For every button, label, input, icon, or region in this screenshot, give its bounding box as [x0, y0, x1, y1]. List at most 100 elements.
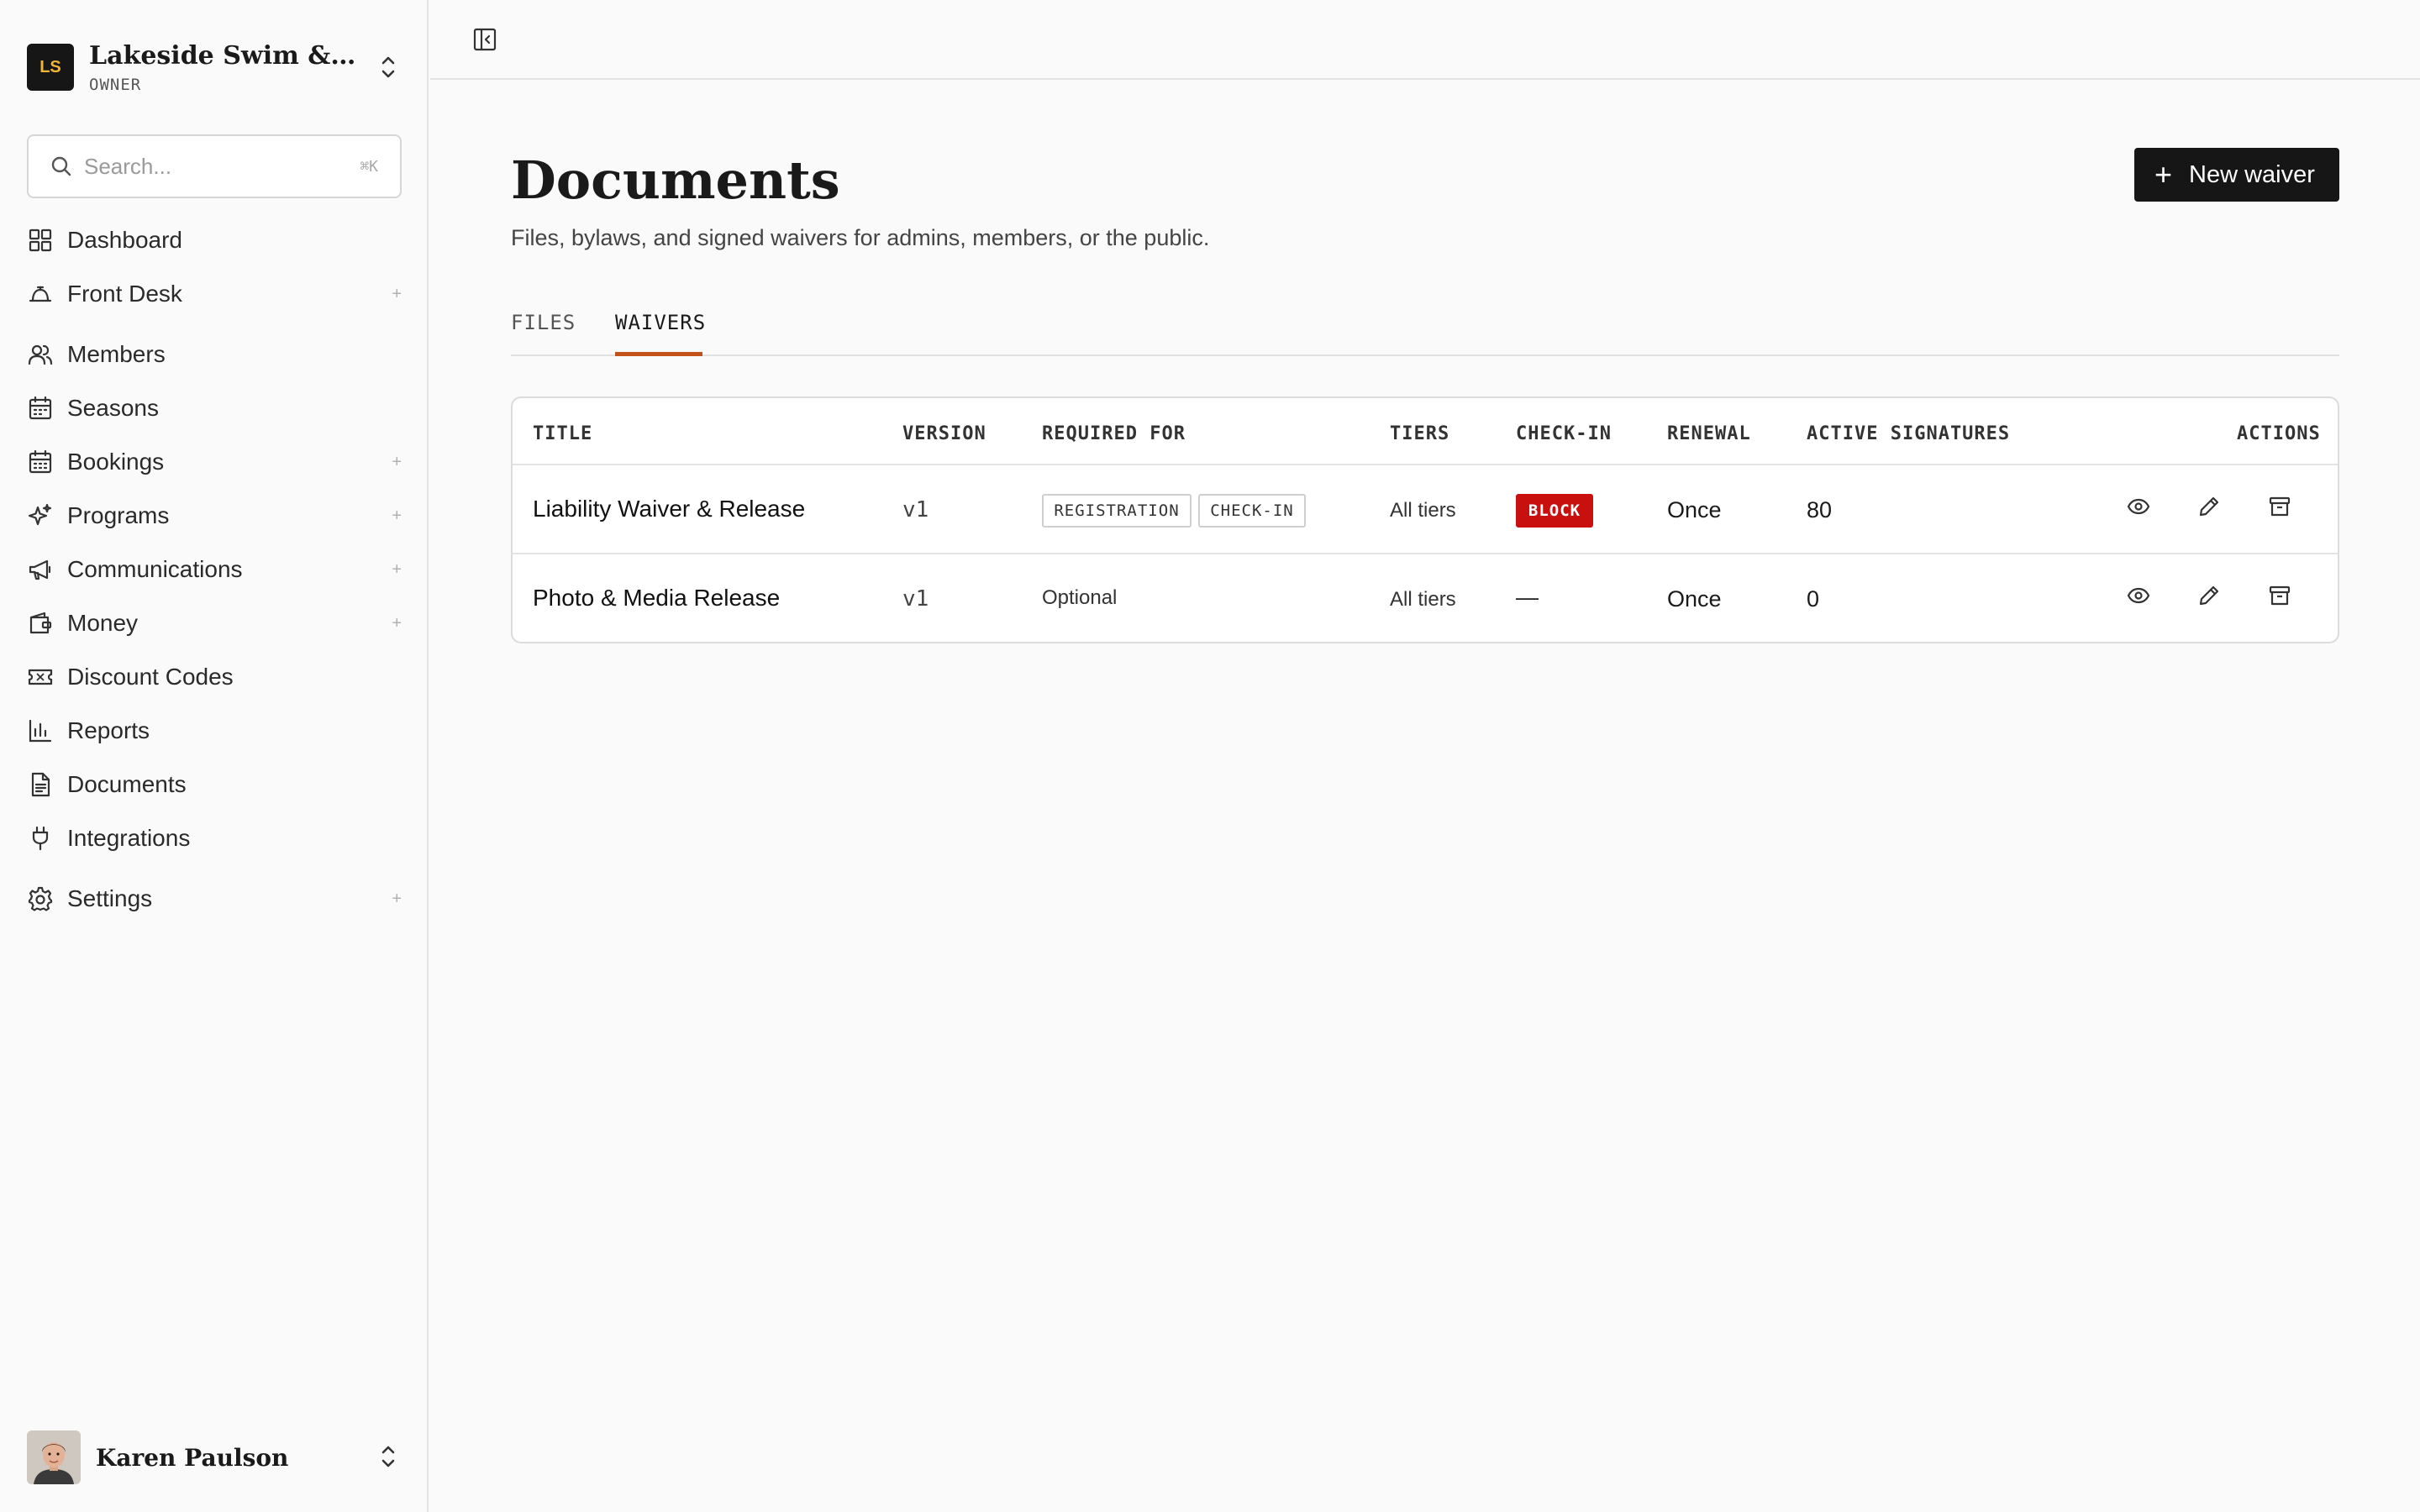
check-in-badge: BLOCK	[1516, 494, 1593, 528]
pencil-icon[interactable]	[2196, 583, 2222, 608]
waiver-tiers: All tiers	[1390, 588, 1456, 611]
sidebar-item-label: Programs	[67, 502, 170, 528]
expand-plus-icon[interactable]: +	[392, 560, 402, 580]
sidebar-item-label: Communications	[67, 556, 243, 582]
sidebar-item-label: Reports	[67, 717, 150, 743]
sidebar-item-label: Seasons	[67, 395, 159, 421]
top-bar	[430, 0, 2420, 80]
sidebar-item-settings[interactable]: Settings +	[27, 879, 405, 919]
column-header-required-for[interactable]: REQUIRED FOR	[1042, 423, 1186, 444]
expand-plus-icon[interactable]: +	[392, 614, 402, 633]
plus-icon: +	[2154, 157, 2173, 192]
sidebar-item-label: Money	[67, 610, 139, 636]
chevron-up-down-icon[interactable]	[380, 1443, 397, 1470]
column-header-tiers[interactable]: TIERS	[1390, 423, 1449, 444]
expand-plus-icon[interactable]: +	[392, 453, 402, 472]
new-waiver-label: New waiver	[2189, 160, 2315, 188]
sidebar-item-label: Discount Codes	[67, 664, 234, 690]
new-waiver-button[interactable]: + New waiver	[2134, 148, 2339, 202]
waiver-title[interactable]: Photo & Media Release	[533, 585, 780, 612]
check-in-value: —	[1516, 585, 1539, 610]
users-icon	[28, 344, 53, 365]
column-header-version[interactable]: VERSION	[902, 423, 986, 444]
active-signatures-count: 80	[1807, 497, 1833, 522]
expand-plus-icon[interactable]: +	[392, 507, 402, 526]
gear-icon	[28, 886, 53, 911]
sidebar-item-label: Integrations	[67, 825, 191, 851]
row-divider	[513, 464, 2338, 465]
sidebar-item-members[interactable]: Members	[27, 334, 405, 375]
eye-icon[interactable]	[2126, 494, 2151, 519]
sidebar-item-label: Bookings	[67, 449, 165, 475]
sidebar-item-money[interactable]: Money +	[27, 603, 405, 643]
waivers-table: TITLE VERSION REQUIRED FOR TIERS CHECK-I…	[511, 396, 2339, 643]
tab-waivers[interactable]: WAIVERS	[615, 311, 706, 334]
calendar-icon	[29, 396, 52, 420]
tab-files[interactable]: FILES	[511, 311, 576, 334]
sidebar: LS Lakeside Swim & Ten... OWNER Search..…	[0, 0, 429, 1512]
plug-icon	[32, 826, 49, 851]
document-icon	[31, 772, 50, 797]
sidebar-item-label: Front Desk	[67, 281, 182, 307]
column-header-active-signatures[interactable]: ACTIVE SIGNATURES	[1807, 423, 2010, 444]
org-switcher[interactable]: LS Lakeside Swim & Ten... OWNER	[27, 40, 405, 94]
avatar	[27, 1431, 81, 1484]
megaphone-icon	[29, 559, 51, 580]
page-title: Documents	[511, 150, 840, 211]
sidebar-item-communications[interactable]: Communications +	[27, 549, 405, 590]
sidebar-item-integrations[interactable]: Integrations	[27, 818, 405, 858]
search-icon	[51, 156, 71, 176]
column-header-renewal[interactable]: RENEWAL	[1667, 423, 1751, 444]
eye-icon[interactable]	[2126, 583, 2151, 608]
sidebar-item-discount-codes[interactable]: Discount Codes	[27, 657, 405, 697]
expand-plus-icon[interactable]: +	[392, 890, 402, 909]
ticket-icon	[28, 669, 53, 685]
search-shortcut: ⌘K	[360, 157, 378, 176]
archive-icon[interactable]	[2267, 494, 2292, 519]
sidebar-item-label: Members	[67, 341, 166, 367]
page-subtitle: Files, bylaws, and signed waivers for ad…	[511, 225, 1210, 250]
sidebar-item-label: Documents	[67, 771, 187, 797]
active-signatures-count: 0	[1807, 586, 1820, 612]
calendar-check-icon	[29, 449, 52, 474]
search-input[interactable]: Search... ⌘K	[27, 134, 402, 198]
org-name: Lakeside Swim & Ten...	[89, 40, 358, 71]
sidebar-item-seasons[interactable]: Seasons	[27, 388, 405, 428]
user-name: Karen Paulson	[96, 1443, 289, 1472]
archive-icon[interactable]	[2267, 583, 2292, 608]
sidebar-item-dashboard[interactable]: Dashboard	[27, 220, 405, 260]
required-tag: REGISTRATION	[1042, 494, 1192, 528]
tab-bar: FILES WAIVERS	[511, 302, 2339, 356]
waiver-renewal: Once	[1667, 497, 1722, 522]
pencil-icon[interactable]	[2196, 494, 2222, 519]
sidebar-item-programs[interactable]: Programs +	[27, 496, 405, 536]
column-header-check-in[interactable]: CHECK-IN	[1516, 423, 1612, 444]
org-logo: LS	[27, 44, 74, 91]
sidebar-item-front-desk[interactable]: Front Desk +	[27, 274, 405, 314]
required-tag: CHECK-IN	[1198, 494, 1306, 528]
sidebar-item-bookings[interactable]: Bookings +	[27, 442, 405, 482]
sidebar-item-label: Dashboard	[67, 227, 182, 253]
org-role: OWNER	[89, 75, 142, 94]
chevron-up-down-icon[interactable]	[380, 54, 397, 81]
wallet-icon	[29, 612, 52, 634]
waiver-title[interactable]: Liability Waiver & Release	[533, 496, 805, 522]
row-divider	[513, 553, 2338, 554]
sidebar-collapse-icon[interactable]	[472, 27, 497, 52]
column-header-actions: ACTIONS	[2237, 423, 2321, 444]
dashboard-icon	[29, 228, 52, 252]
sidebar-item-documents[interactable]: Documents	[27, 764, 405, 805]
bar-chart-icon	[29, 719, 52, 743]
waiver-version: v1	[902, 586, 929, 612]
sidebar-item-reports[interactable]: Reports	[27, 711, 405, 751]
user-menu[interactable]: Karen Paulson	[27, 1430, 405, 1485]
sidebar-item-label: Settings	[67, 885, 153, 911]
bell-icon	[29, 286, 52, 302]
active-tab-indicator	[615, 352, 702, 356]
waiver-version: v1	[902, 497, 929, 522]
required-for-text: Optional	[1042, 586, 1118, 609]
waiver-renewal: Once	[1667, 586, 1722, 612]
column-header-title[interactable]: TITLE	[533, 423, 592, 444]
expand-plus-icon[interactable]: +	[392, 285, 402, 304]
waiver-tiers: All tiers	[1390, 499, 1456, 522]
